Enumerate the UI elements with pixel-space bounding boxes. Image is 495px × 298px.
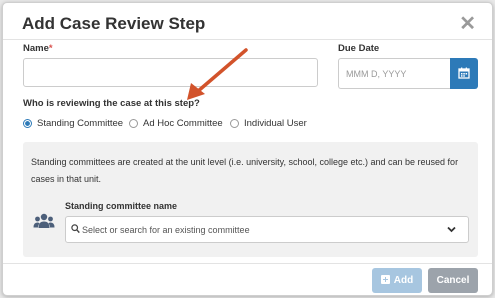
users-group-icon [33,213,55,228]
committee-select-placeholder: Select or search for an existing committ… [82,225,250,235]
committee-name-label: Standing committee name [65,201,178,211]
add-button[interactable]: Add [372,268,422,293]
name-label: Name* [23,43,53,54]
cancel-button[interactable]: Cancel [428,268,478,293]
radio-selected-icon [23,119,32,128]
radio-label: Standing Committee [37,118,124,129]
standing-committee-panel: Standing committees are created at the u… [23,142,478,257]
required-marker: * [48,43,53,54]
annotation-arrow-icon [187,48,248,100]
radio-unselected-icon [230,119,239,128]
radio-individual-user[interactable]: Individual User [230,118,307,129]
dialog-title: Add Case Review Step [22,14,206,33]
radio-unselected-icon [129,119,138,128]
plus-square-icon [380,275,390,284]
add-button-label: Add [393,275,414,286]
calendar-button[interactable] [450,58,478,89]
radio-ad-hoc-committee[interactable]: Ad Hoc Committee [129,118,223,129]
calendar-icon [458,67,470,79]
close-icon[interactable]: ✕ [459,11,476,36]
reviewer-question: Who is reviewing the case at this step? [23,98,200,109]
footer-divider [3,263,492,264]
chevron-down-icon [447,226,456,233]
search-icon [71,224,80,234]
committee-select[interactable]: Select or search for an existing committ… [65,216,469,243]
standing-committee-description: Standing committees are created at the u… [31,157,459,184]
add-case-review-step-dialog: Add Case Review Step ✕ Name* Due Date MM… [2,2,493,296]
radio-standing-committee[interactable]: Standing Committee [23,118,123,129]
name-input[interactable] [23,58,318,87]
name-label-text: Name [23,43,49,54]
due-date-label: Due Date [338,43,380,54]
due-date-input[interactable]: MMM D, YYYY [338,58,451,89]
radio-label: Ad Hoc Committee [143,118,223,129]
radio-label: Individual User [244,118,307,129]
header-divider [3,39,492,40]
